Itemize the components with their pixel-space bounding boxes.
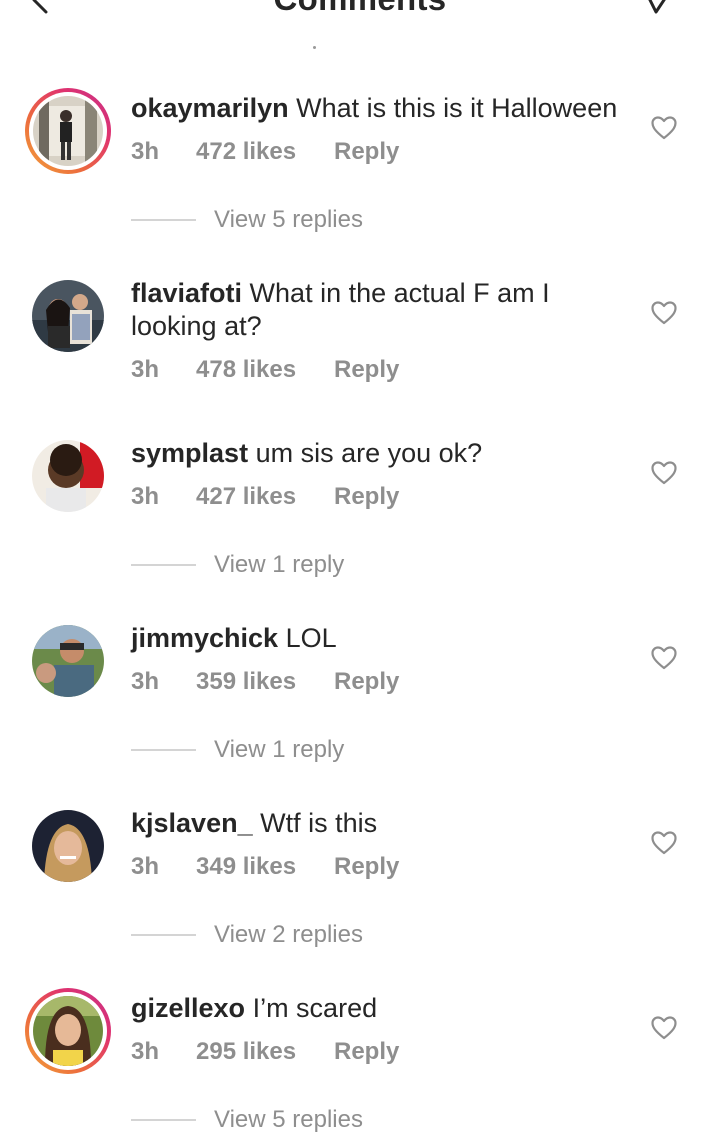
reply-button[interactable]: Reply	[334, 356, 399, 384]
comment-time: 3h	[131, 668, 160, 695]
header-bar: Comments	[0, 0, 720, 60]
avatar[interactable]	[25, 988, 111, 1074]
heart-icon[interactable]	[651, 1016, 677, 1040]
reply-button[interactable]: Reply	[334, 668, 399, 696]
comment-time: 3h	[131, 853, 160, 880]
comment-likes[interactable]: 349 likes	[196, 853, 296, 881]
reply-button[interactable]: Reply	[334, 853, 399, 881]
comment-likes[interactable]: 478 likes	[196, 356, 296, 384]
avatar-image	[33, 96, 103, 166]
avatar[interactable]	[25, 88, 111, 174]
heart-icon[interactable]	[651, 116, 677, 140]
view-replies-label: View 1 reply	[214, 736, 345, 763]
comment-time: 3h	[131, 483, 160, 510]
comment-username[interactable]: symplast	[131, 438, 248, 468]
avatar-image	[32, 280, 104, 352]
comment-body: Wtf is this	[260, 808, 378, 838]
comment-time: 3h	[131, 138, 160, 165]
heart-icon[interactable]	[651, 831, 677, 855]
reply-button[interactable]: Reply	[334, 138, 399, 166]
view-replies-label: View 5 replies	[214, 206, 363, 233]
comment-username[interactable]: jimmychick	[131, 623, 278, 653]
view-replies-label: View 2 replies	[214, 921, 363, 948]
comment-body: I’m scared	[252, 993, 378, 1023]
avatar[interactable]	[25, 433, 111, 519]
avatar-image	[32, 810, 104, 882]
heart-icon[interactable]	[651, 646, 677, 670]
comment-time: 3h	[131, 356, 160, 383]
avatar[interactable]	[25, 803, 111, 889]
divider-line	[131, 934, 196, 936]
reply-button[interactable]: Reply	[334, 483, 399, 511]
comment-username[interactable]: okaymarilyn	[131, 93, 289, 123]
comment-likes[interactable]: 359 likes	[196, 668, 296, 696]
page-title: Comments	[0, 0, 720, 18]
comment-likes[interactable]: 295 likes	[196, 1038, 296, 1066]
comment-text: symplast um sis are you ok?	[131, 437, 631, 470]
comment-body: LOL	[285, 623, 337, 653]
comment-likes[interactable]: 427 likes	[196, 483, 296, 511]
comment-text: kjslaven_ Wtf is this	[131, 807, 631, 840]
comment-body: um sis are you ok?	[255, 438, 483, 468]
heart-icon[interactable]	[651, 461, 677, 485]
heart-icon[interactable]	[651, 301, 677, 325]
comment-time: 3h	[131, 1038, 160, 1065]
divider-line	[131, 749, 196, 751]
comment-username[interactable]: kjslaven_	[131, 808, 253, 838]
divider-line	[131, 1119, 196, 1121]
pull-indicator-dot	[313, 46, 316, 49]
avatar-image	[32, 440, 104, 512]
avatar[interactable]	[25, 618, 111, 704]
send-icon[interactable]	[642, 0, 674, 16]
divider-line	[131, 219, 196, 221]
avatar-image	[32, 625, 104, 697]
comment-text: okaymarilyn What is this is it Halloween	[131, 92, 631, 125]
divider-line	[131, 564, 196, 566]
comment-text: flaviafoti What in the actual F am I loo…	[131, 277, 631, 343]
reply-button[interactable]: Reply	[334, 1038, 399, 1066]
comment-username[interactable]: gizellexo	[131, 993, 245, 1023]
comment-text: gizellexo I’m scared	[131, 992, 631, 1025]
view-replies-label: View 1 reply	[214, 551, 345, 578]
comment-body: What is this is it Halloween	[296, 93, 618, 123]
comment-text: jimmychick LOL	[131, 622, 631, 655]
comment-likes[interactable]: 472 likes	[196, 138, 296, 166]
avatar-image	[33, 996, 103, 1066]
view-replies-label: View 5 replies	[214, 1106, 363, 1133]
avatar[interactable]	[25, 273, 111, 359]
comment-username[interactable]: flaviafoti	[131, 278, 242, 308]
